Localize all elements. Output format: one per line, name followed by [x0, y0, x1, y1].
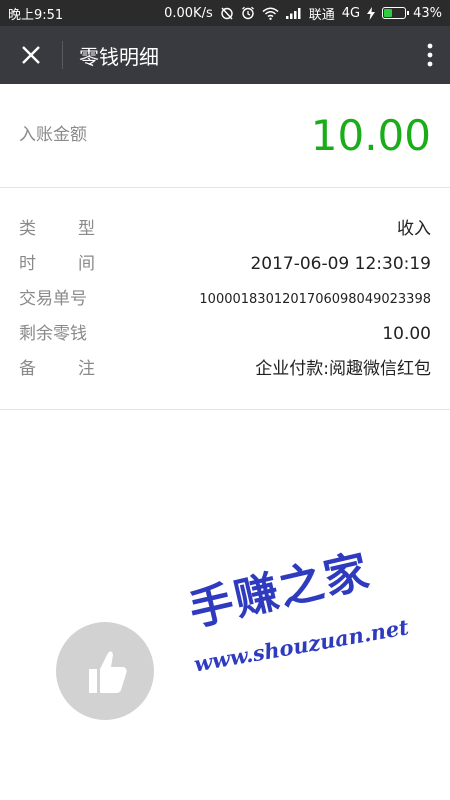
alarm-clock-icon — [241, 6, 255, 20]
net-speed: 0.00K/s — [164, 5, 213, 21]
page-title: 零钱明细 — [79, 44, 159, 69]
balance-value: 10.00 — [382, 324, 431, 344]
watermark-text-cn: 手赚之家 — [184, 545, 376, 637]
battery-icon — [382, 7, 410, 19]
more-button[interactable] — [410, 26, 450, 84]
amount-section: 入账金额 10.00 — [0, 84, 450, 188]
detail-row-balance: 剩余零钱 10.00 — [0, 317, 450, 352]
order-value: 1000018301201706098049023398 — [199, 292, 431, 307]
detail-row-time: 时间 2017-06-09 12:30:19 — [0, 247, 450, 282]
detail-row-note: 备注 企业付款:阅趣微信红包 — [0, 352, 450, 387]
wifi-icon — [262, 7, 279, 20]
note-value: 企业付款:阅趣微信红包 — [255, 359, 431, 379]
time-label: 时间 — [19, 254, 95, 274]
balance-label: 剩余零钱 — [19, 324, 87, 344]
type-label: 类型 — [19, 219, 95, 239]
close-button[interactable] — [0, 26, 62, 84]
type-value: 收入 — [397, 219, 431, 239]
signal-icon — [285, 7, 302, 19]
time-value: 2017-06-09 12:30:19 — [250, 254, 431, 274]
note-label: 备注 — [19, 359, 95, 379]
network-type: 4G — [341, 5, 361, 21]
thumbs-up-icon — [56, 622, 154, 720]
details-section: 类型 收入 时间 2017-06-09 12:30:19 交易单号 100001… — [0, 188, 450, 410]
amount-label: 入账金额 — [19, 125, 87, 145]
detail-row-type: 类型 收入 — [0, 212, 450, 247]
alarm-off-icon — [220, 6, 234, 20]
nav-divider — [62, 41, 63, 69]
order-label: 交易单号 — [19, 289, 87, 309]
status-bar: 晚上9:51 0.00K/s 联通 4G 43% — [0, 0, 450, 26]
charging-bolt-icon — [367, 6, 376, 20]
battery-level — [384, 9, 392, 17]
status-time: 晚上9:51 — [8, 7, 64, 23]
close-icon — [22, 46, 40, 64]
battery-percent: 43% — [413, 5, 442, 21]
watermark: 手赚之家 www.shouzuan.net — [40, 540, 420, 720]
carrier-name: 联通 — [308, 7, 335, 23]
nav-bar: 零钱明细 — [0, 26, 450, 84]
detail-row-order: 交易单号 1000018301201706098049023398 — [0, 282, 450, 317]
amount-value: 10.00 — [310, 111, 431, 160]
more-vertical-icon — [427, 43, 433, 67]
